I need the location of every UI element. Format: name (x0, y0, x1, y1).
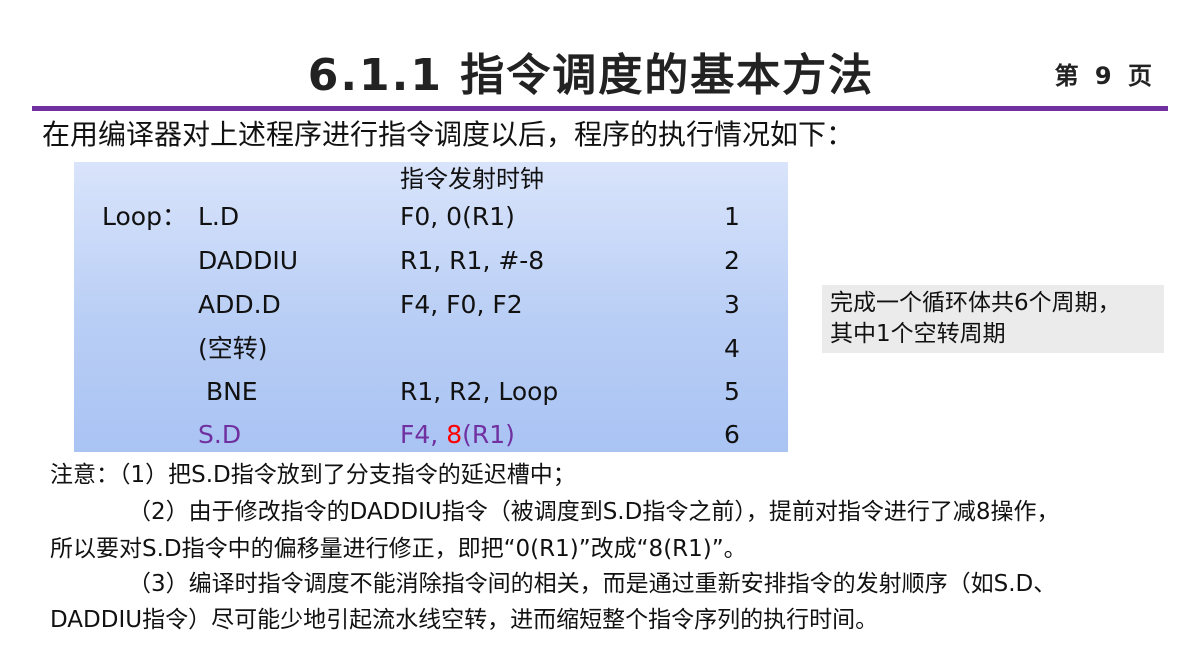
row-3-operands: F4, F0, F2 (400, 290, 523, 319)
row-3-op: ADD.D (198, 290, 281, 319)
row-6-operands-prefix: F4, (400, 420, 447, 449)
row-label-loop: Loop： (102, 202, 187, 231)
column-header-issue-clock: 指令发射时钟 (400, 165, 544, 193)
row-3-clock: 3 (724, 290, 740, 319)
row-4-op: (空转) (198, 334, 268, 363)
note-line-2: （2）由于修改指令的DADDIU指令（被调度到S.D指令之前），提前对指令进行了… (128, 499, 1060, 525)
page-number: 第 9 页 (1054, 62, 1156, 90)
row-2-op: DADDIU (198, 246, 299, 275)
title-divider (32, 106, 1168, 111)
row-6-offset-highlight: 8 (446, 420, 463, 449)
row-5-operands: R1, R2, Loop (400, 377, 559, 406)
note-line-5: DADDIU指令）尽可能少地引起流水线空转，进而缩短整个指令序列的执行时间。 (50, 607, 879, 633)
note-line-3: 所以要对S.D指令中的偏移量进行修正，即把“0(R1)”改成“8(R1)”。 (50, 536, 747, 562)
row-1-clock: 1 (724, 202, 740, 231)
cycle-summary-line-2: 其中1个空转周期 (830, 321, 1006, 347)
page-title: 6.1.1 指令调度的基本方法 (307, 50, 875, 101)
row-2-clock: 2 (724, 246, 740, 275)
row-1-op: L.D (198, 202, 240, 231)
row-6-clock: 6 (724, 420, 740, 449)
row-2-operands: R1, R1, #-8 (400, 246, 545, 275)
note-line-1: 注意：（1）把S.D指令放到了分支指令的延迟槽中； (50, 462, 576, 488)
intro-text: 在用编译器对上述程序进行指令调度以后，程序的执行情况如下： (42, 118, 855, 151)
row-1-operands: F0, 0(R1) (400, 202, 515, 231)
row-6-operands: F4, 8(R1) (400, 418, 515, 452)
row-5-clock: 5 (724, 377, 740, 406)
row-5-op: BNE (198, 377, 258, 406)
cycle-summary-box: 完成一个循环体共6个周期， 其中1个空转周期 (822, 285, 1164, 353)
row-6-operands-suffix: (R1) (462, 420, 515, 449)
row-4-clock: 4 (724, 334, 740, 363)
schedule-table: 指令发射时钟 Loop： L.D F0, 0(R1) 1 DADDIU R1, … (74, 162, 788, 452)
cycle-summary-line-1: 完成一个循环体共6个周期， (830, 290, 1121, 316)
note-line-4: （3）编译时指令调度不能消除指令间的相关，而是通过重新安排指令的发射顺序（如S.… (128, 571, 1057, 597)
row-6-op: S.D (198, 420, 242, 449)
